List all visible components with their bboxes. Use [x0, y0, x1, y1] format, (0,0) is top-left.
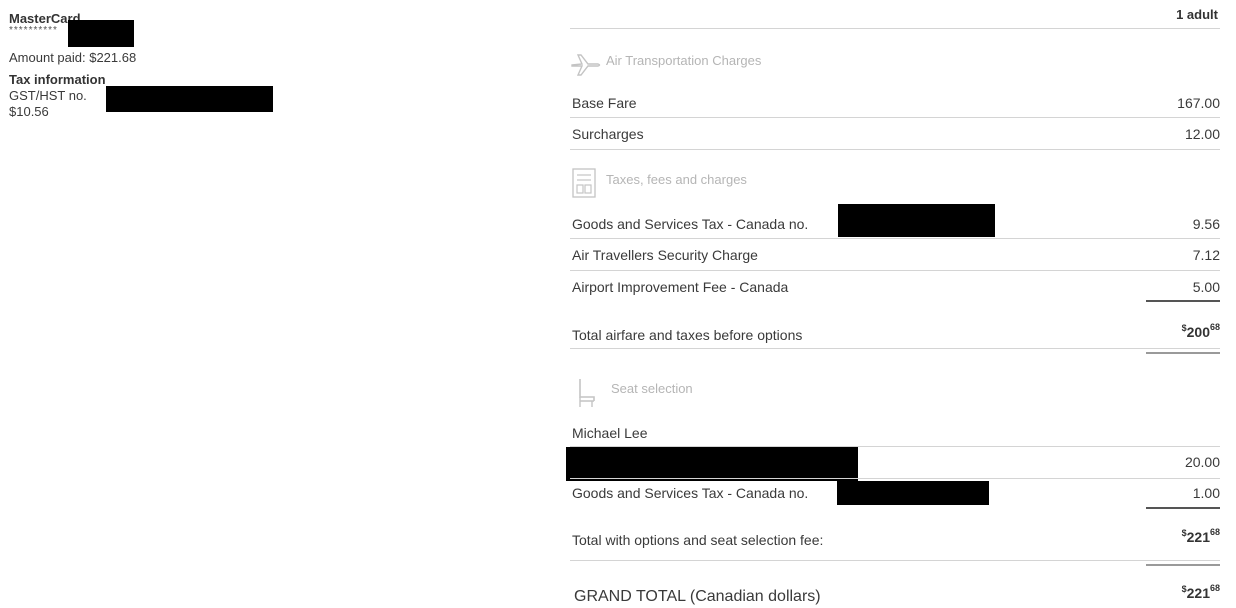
security-charge-value: 7.12 — [1192, 247, 1220, 263]
options-total-label: Total with options and seat selection fe… — [572, 532, 824, 548]
subtotal-currency: $ — [1181, 323, 1187, 333]
gst-hst-label: GST/HST no. — [9, 88, 87, 103]
base-fare-label: Base Fare — [572, 95, 637, 111]
base-fare-value: 167.00 — [1177, 95, 1220, 111]
air-charges-title: Air Transportation Charges — [606, 53, 762, 68]
row-divider — [570, 117, 1220, 118]
row-divider — [570, 238, 1220, 239]
airplane-icon — [570, 52, 602, 78]
options-total-amount: $22168 — [1120, 527, 1220, 546]
grand-total-label: GRAND TOTAL (Canadian dollars) — [574, 588, 821, 605]
airport-fee-label: Airport Improvement Fee - Canada — [572, 279, 789, 295]
total-underline — [1146, 564, 1220, 566]
seat-gst-value: 1.00 — [1192, 485, 1220, 501]
row-divider — [570, 270, 1220, 271]
surcharges-value: 12.00 — [1184, 126, 1220, 142]
seat-fee-value: 20.00 — [1184, 454, 1220, 470]
security-charge-label: Air Travellers Security Charge — [572, 247, 758, 263]
card-number-masked: ********** — [9, 25, 58, 36]
row-divider — [570, 348, 1220, 349]
grand-total-currency: $ — [1181, 584, 1187, 594]
redaction-gst-canada — [838, 204, 995, 237]
options-total-whole: 221 — [1186, 529, 1210, 545]
subtotal-cents: 68 — [1209, 322, 1220, 332]
redaction-card-number — [68, 20, 134, 47]
passenger-name: Michael Lee — [572, 425, 648, 441]
grand-total-whole: 221 — [1186, 585, 1210, 601]
receipt-icon — [571, 167, 597, 199]
passenger-count: 1 adult — [1176, 7, 1218, 22]
redaction-gst-number — [106, 86, 273, 112]
seat-gst-label: Goods and Services Tax - Canada no. — [572, 485, 809, 501]
sum-rule — [1146, 507, 1220, 509]
header-divider — [570, 28, 1220, 29]
gst-label: Goods and Services Tax - Canada no. — [572, 216, 809, 232]
subtotal-amount: $20068 — [1120, 322, 1220, 341]
tax-info-title: Tax information — [9, 72, 106, 87]
airport-fee-value: 5.00 — [1192, 279, 1220, 295]
subtotal-whole: 200 — [1186, 324, 1210, 340]
row-divider — [570, 560, 1220, 561]
gst-amount: $10.56 — [9, 104, 49, 119]
gst-value: 9.56 — [1192, 216, 1220, 232]
seat-selection-title: Seat selection — [611, 381, 693, 396]
grand-total-amount: $22168 — [1120, 583, 1220, 602]
row-divider — [570, 149, 1220, 150]
sum-rule — [1146, 300, 1220, 302]
row-divider — [570, 478, 1220, 479]
surcharges-label: Surcharges — [572, 126, 644, 142]
taxes-title: Taxes, fees and charges — [606, 172, 747, 187]
grand-total-cents: 68 — [1209, 583, 1220, 593]
subtotal-label: Total airfare and taxes before options — [572, 327, 803, 343]
redaction-seat-gst — [837, 481, 989, 505]
total-underline — [1146, 352, 1220, 354]
options-total-currency: $ — [1181, 528, 1187, 538]
options-total-cents: 68 — [1209, 527, 1220, 537]
amount-paid: Amount paid: $221.68 — [9, 50, 137, 65]
seat-icon — [576, 377, 600, 409]
redaction-seat-item — [566, 447, 858, 481]
